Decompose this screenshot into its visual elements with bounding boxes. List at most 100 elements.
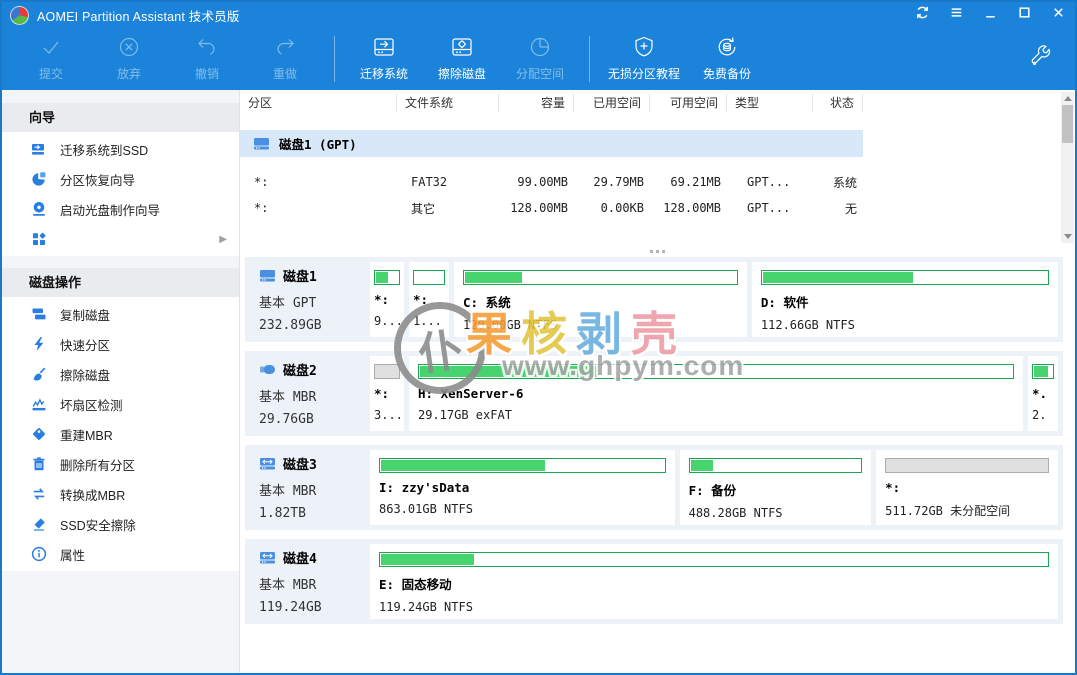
sidebar-item-partition-recovery[interactable]: 分区恢复向导 [2, 164, 239, 194]
copy-disk-icon [31, 306, 47, 322]
external-disk-icon [259, 456, 276, 471]
redo-button[interactable]: 重做 [246, 28, 324, 90]
pane-splitter[interactable] [240, 247, 1075, 255]
sidebar-item-migrate-to-ssd[interactable]: 迁移系统到SSD [2, 134, 239, 164]
partition-block[interactable]: *: 1... [409, 262, 449, 337]
minimize-button[interactable] [973, 2, 1007, 28]
table-header: 分区 文件系统 容量 已用空间 可用空间 类型 状态 [240, 90, 1075, 116]
apps-grid-icon [31, 231, 47, 247]
sidebar-item-wipe-disk[interactable]: 擦除磁盘 [2, 359, 239, 389]
partition-block-i[interactable]: I: zzy'sData 863.01GB NTFS [370, 450, 675, 525]
pie-quarter-icon [527, 34, 553, 63]
sidebar-item-rebuild-mbr[interactable]: 重建MBR [2, 419, 239, 449]
partition-block-d[interactable]: D: 软件 112.66GB NTFS [752, 262, 1058, 337]
sidebar-section-wizards: 向导 [2, 103, 239, 132]
minimize-icon [983, 5, 998, 25]
disk-icon [253, 136, 270, 151]
trash-icon [31, 456, 47, 472]
maximize-button[interactable] [1007, 2, 1041, 28]
settings-wrench-button[interactable] [1029, 44, 1069, 75]
scroll-thumb[interactable] [1062, 105, 1073, 143]
sidebar-item-ssd-secure-erase[interactable]: SSD安全擦除 [2, 509, 239, 539]
partition-block-f[interactable]: F: 备份 488.28GB NTFS [680, 450, 872, 525]
col-partition[interactable]: 分区 [240, 94, 397, 112]
disk1-panel: 磁盘1 基本 GPT 232.89GB *: 9... *: 1... [245, 257, 1063, 342]
sidebar-item-copy-disk[interactable]: 复制磁盘 [2, 299, 239, 329]
disk1-info[interactable]: 磁盘1 基本 GPT 232.89GB [250, 262, 365, 337]
wrench-icon [1029, 57, 1055, 74]
undo-button[interactable]: 撤销 [168, 28, 246, 90]
sidebar-item-convert-to-mbr[interactable]: 转换成MBR [2, 479, 239, 509]
scroll-up-icon[interactable] [1064, 96, 1072, 101]
internal-disk-icon [259, 268, 276, 283]
maximize-icon [1017, 5, 1032, 25]
close-button[interactable] [1041, 2, 1075, 28]
tag-icon [31, 426, 47, 442]
sidebar-item-properties[interactable]: 属性 [2, 539, 239, 569]
table-row[interactable]: *: FAT32 99.00MB 29.79MB 69.21MB GPT... … [240, 169, 1075, 195]
backup-sync-icon [714, 34, 740, 63]
broom-icon [31, 366, 47, 382]
allocate-space-button[interactable]: 分配空间 [501, 28, 579, 90]
info-icon [31, 546, 47, 562]
waveform-icon [31, 396, 47, 412]
disk3-info[interactable]: 磁盘3 基本 MBR 1.82TB [250, 450, 365, 525]
refresh-button[interactable] [905, 2, 939, 28]
commit-button[interactable]: 提交 [12, 28, 90, 90]
col-status[interactable]: 状态 [813, 94, 863, 112]
toolbar-separator [589, 36, 590, 82]
sidebar-item-quick-partition[interactable]: 快速分区 [2, 329, 239, 359]
partition-block[interactable]: *: 9... [370, 262, 404, 337]
sidebar: 向导 迁移系统到SSD 分区恢复向导 启动光盘制作向导 ▶ [2, 90, 240, 673]
partition-block-c[interactable]: C: 系统 120.00GB NTFS [454, 262, 747, 337]
lossless-tutorial-button[interactable]: 无损分区教程 [600, 28, 688, 90]
sidebar-item-bootable-media[interactable]: 启动光盘制作向导 [2, 194, 239, 224]
lightning-icon [31, 336, 47, 352]
disk2-info[interactable]: 磁盘2 基本 MBR 29.76GB [250, 356, 365, 431]
partition-block-h[interactable]: H: XenServer-6 29.17GB exFAT [409, 356, 1023, 431]
partition-block[interactable]: *. 2. [1028, 356, 1058, 431]
sidebar-item-delete-all-partitions[interactable]: 删除所有分区 [2, 449, 239, 479]
convert-cycle-icon [31, 486, 47, 502]
boot-disc-icon [31, 201, 47, 217]
col-type[interactable]: 类型 [727, 94, 813, 112]
sidebar-section-disk-operations: 磁盘操作 [2, 268, 239, 297]
col-capacity[interactable]: 容量 [499, 94, 574, 112]
disk4-panel: 磁盘4 基本 MBR 119.24GB E: 固态移动 119.24GB NTF… [245, 539, 1063, 624]
drive-arrow-icon [31, 141, 47, 157]
close-icon [1051, 5, 1066, 25]
partition-table: 分区 文件系统 容量 已用空间 可用空间 类型 状态 磁盘1 (GPT) *: … [240, 90, 1075, 247]
hamburger-icon [949, 5, 964, 25]
shield-plus-icon [631, 34, 657, 63]
sidebar-item-more-wizards[interactable]: ▶ [2, 224, 239, 254]
partition-block-unallocated[interactable]: *: 511.72GB 未分配空间 [876, 450, 1058, 525]
disk3-panel: 磁盘3 基本 MBR 1.82TB I: zzy'sData 863.01GB … [245, 445, 1063, 530]
free-backup-button[interactable]: 免费备份 [688, 28, 766, 90]
usb-drive-icon [259, 362, 276, 377]
menu-button[interactable] [939, 2, 973, 28]
disk-map-area: 磁盘1 基本 GPT 232.89GB *: 9... *: 1... [240, 255, 1075, 624]
col-used[interactable]: 已用空间 [574, 94, 650, 112]
eraser-icon [31, 516, 47, 532]
wipe-disk-button[interactable]: 擦除磁盘 [423, 28, 501, 90]
table-scrollbar[interactable] [1061, 92, 1074, 243]
drive-erase-icon [449, 34, 475, 63]
partition-block-unallocated[interactable]: *: 3... [370, 356, 404, 431]
migrate-os-button[interactable]: 迁移系统 [345, 28, 423, 90]
disk-group-row[interactable]: 磁盘1 (GPT) [240, 130, 863, 157]
check-icon [38, 34, 64, 63]
redo-icon [272, 34, 298, 63]
sidebar-item-bad-sector-check[interactable]: 坏扇区检测 [2, 389, 239, 419]
table-row[interactable]: *: 其它 128.00MB 0.00KB 128.00MB GPT... 无 [240, 195, 1075, 221]
discard-button[interactable]: 放弃 [90, 28, 168, 90]
partition-block-e[interactable]: E: 固态移动 119.24GB NTFS [370, 544, 1058, 619]
pie-recover-icon [31, 171, 47, 187]
disk4-info[interactable]: 磁盘4 基本 MBR 119.24GB [250, 544, 365, 619]
refresh-icon [915, 5, 930, 25]
col-free[interactable]: 可用空间 [650, 94, 727, 112]
col-filesystem[interactable]: 文件系统 [397, 94, 499, 112]
title-bar: AOMEI Partition Assistant 技术员版 [2, 2, 1075, 28]
toolbar: 提交 放弃 撤销 重做 迁移系统 擦除磁盘 分配空间 无损 [2, 28, 1075, 90]
external-disk-icon [259, 550, 276, 565]
scroll-down-icon[interactable] [1064, 234, 1072, 239]
